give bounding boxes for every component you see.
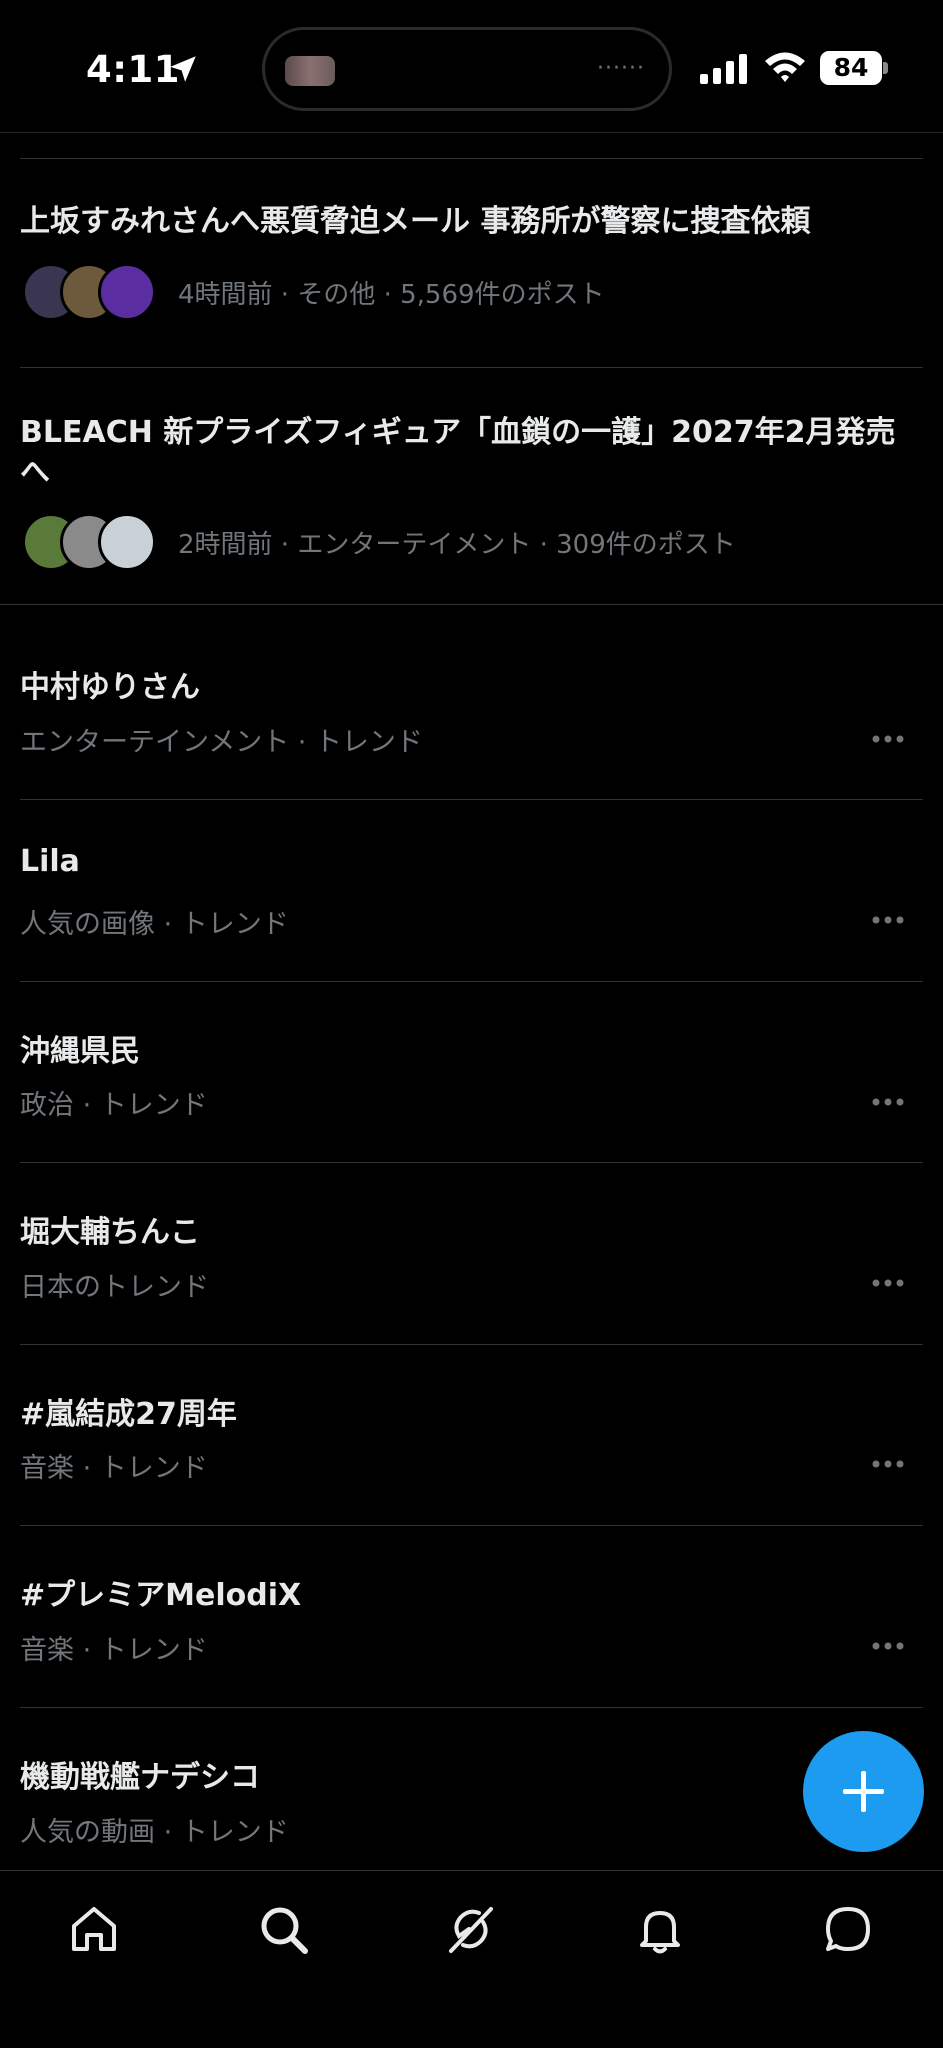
trend-subtitle: エンターテインメント · トレンド <box>20 727 423 758</box>
compose-post-button[interactable] <box>803 1731 924 1852</box>
news-headline[interactable]: 上坂すみれさんへ悪質脅迫メール 事務所が警察に捜査依頼 <box>20 202 920 242</box>
divider <box>20 981 923 982</box>
battery-level: 84 <box>833 53 869 82</box>
trend-subtitle: 音楽 · トレンド <box>20 1635 208 1666</box>
battery-icon: 84 <box>820 51 888 85</box>
avatar <box>98 263 156 321</box>
trend-subtitle: 人気の動画 · トレンド <box>20 1817 289 1848</box>
news-avatars <box>22 263 162 321</box>
status-bar: 4:11 ······ 84 <box>0 0 943 134</box>
divider <box>20 1344 923 1345</box>
trend-title[interactable]: 沖縄県民 <box>20 1026 140 1070</box>
trend-title[interactable]: #プレミアMelodiX <box>20 1570 301 1614</box>
news-meta: 4時間前 · その他 · 5,569件のポスト <box>178 280 605 310</box>
search-icon <box>261 1907 308 1954</box>
audio-waveform-icon: ······ <box>597 56 645 81</box>
section-divider <box>0 604 943 605</box>
more-options-icon[interactable] <box>872 916 904 924</box>
news-headline[interactable]: BLEACH 新プライズフィギュア「血鎖の一護」2027年2月発売へ <box>20 413 920 493</box>
trend-title[interactable]: #嵐結成27周年 <box>20 1389 237 1433</box>
notifications-icon <box>640 1911 680 1954</box>
home-icon <box>72 1907 116 1951</box>
divider <box>20 1162 923 1163</box>
trend-subtitle: 日本のトレンド <box>20 1272 209 1303</box>
more-options-icon[interactable] <box>872 1098 904 1106</box>
trend-title[interactable]: Lila <box>20 844 80 879</box>
tab-grok[interactable] <box>441 1899 501 1959</box>
trend-subtitle: 人気の画像 · トレンド <box>20 909 289 940</box>
bottom-tab-bar <box>0 1870 943 2048</box>
messages-icon <box>826 1907 870 1951</box>
more-options-icon[interactable] <box>872 1642 904 1650</box>
trend-title[interactable]: 機動戦艦ナデシコ <box>20 1752 260 1796</box>
trend-subtitle: 政治 · トレンド <box>20 1090 208 1121</box>
more-options-icon[interactable] <box>872 1460 904 1468</box>
avatar <box>98 513 156 571</box>
trend-title[interactable]: 堀大輔ちんこ <box>20 1207 200 1251</box>
cellular-signal-icon <box>700 54 747 84</box>
tab-messages[interactable] <box>818 1899 878 1959</box>
divider <box>20 1707 923 1708</box>
wifi-icon <box>765 52 805 82</box>
news-avatars <box>22 513 162 571</box>
divider <box>20 1525 923 1526</box>
news-meta: 2時間前 · エンターテイメント · 309件のポスト <box>178 530 736 560</box>
divider <box>20 799 923 800</box>
more-options-icon[interactable] <box>872 735 904 743</box>
more-options-icon[interactable] <box>872 1279 904 1287</box>
trend-title[interactable]: 中村ゆりさん <box>20 662 200 706</box>
grok-icon <box>449 1907 493 1953</box>
header-divider <box>0 132 943 133</box>
dynamic-island[interactable]: ······ <box>262 27 672 111</box>
plus-icon <box>843 1771 884 1812</box>
now-playing-thumbnail <box>285 56 335 86</box>
location-arrow-icon <box>170 56 196 82</box>
divider <box>20 158 923 159</box>
tab-notifications[interactable] <box>630 1899 690 1959</box>
trend-subtitle: 音楽 · トレンド <box>20 1453 208 1484</box>
tab-explore[interactable] <box>253 1899 313 1959</box>
divider <box>20 367 923 368</box>
tab-home[interactable] <box>64 1899 124 1959</box>
